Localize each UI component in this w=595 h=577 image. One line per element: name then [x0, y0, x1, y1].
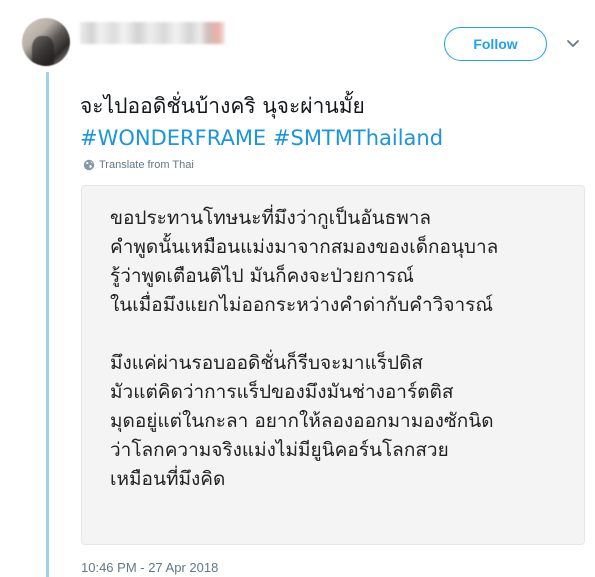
image-line: มึงแค่ผ่านรอบออดิชั่นก็รีบจะมาแร็ปดิส [110, 352, 424, 374]
globe-icon [83, 159, 95, 171]
avatar[interactable] [22, 18, 70, 66]
image-line: เหมือนที่มึงคิด [110, 468, 226, 490]
image-line: คำพูดนั้นเหมือนแม่งมาจากสมองของเด็กอนุบา… [110, 236, 499, 258]
hashtag-smtmthailand[interactable]: #SMTMThailand [273, 126, 443, 150]
hashtag-row: #WONDERFRAME #SMTMThailand [80, 122, 443, 154]
image-line: รู้ว่าพูดเตือนติไป มันก็คงจะป่วยการณ์ [110, 265, 414, 287]
image-line: มุดอยู่แต่ในกะลา อยากให้ลองออกมามองซักนิ… [110, 410, 494, 432]
tweet-container: Follow จะไปออดิชั่นบ้างคริ นุจะผ่านมั้ย … [0, 0, 595, 577]
thread-line [46, 72, 49, 577]
hashtag-wonderframe[interactable]: #WONDERFRAME [80, 126, 266, 150]
image-line: ว่าโลกความจริงแม่งไม่มียูนิคอร์นโลกสวย [110, 439, 449, 461]
author-name-blurred[interactable] [80, 22, 225, 44]
tweet-timestamp[interactable]: 10:46 PM - 27 Apr 2018 [81, 560, 218, 575]
translate-link[interactable]: Translate from Thai [83, 159, 194, 171]
tweet-body: จะไปออดิชั่นบ้างคริ นุจะผ่านมั้ย [80, 94, 365, 118]
image-line: ขอประทานโทษนะที่มึงว่ากูเป็นอันธพาล [110, 207, 432, 229]
tweet-image[interactable]: ขอประทานโทษนะที่มึงว่ากูเป็นอันธพาล คำพู… [81, 185, 585, 545]
translate-label: Translate from Thai [99, 159, 194, 171]
tweet-text: จะไปออดิชั่นบ้างคริ นุจะผ่านมั้ย #WONDER… [80, 90, 443, 154]
image-line: ในเมื่อมึงแยกไม่ออกระหว่างคำด่ากับคำวิจา… [110, 294, 493, 316]
chevron-down-icon[interactable] [566, 38, 580, 50]
stanza-gap [110, 320, 498, 349]
image-line: มัวแต่คิดว่าการแร็ปของมึงมันช่างอาร์ตติส [110, 381, 454, 403]
follow-button[interactable]: Follow [444, 27, 547, 61]
image-text: ขอประทานโทษนะที่มึงว่ากูเป็นอันธพาล คำพู… [110, 204, 498, 494]
